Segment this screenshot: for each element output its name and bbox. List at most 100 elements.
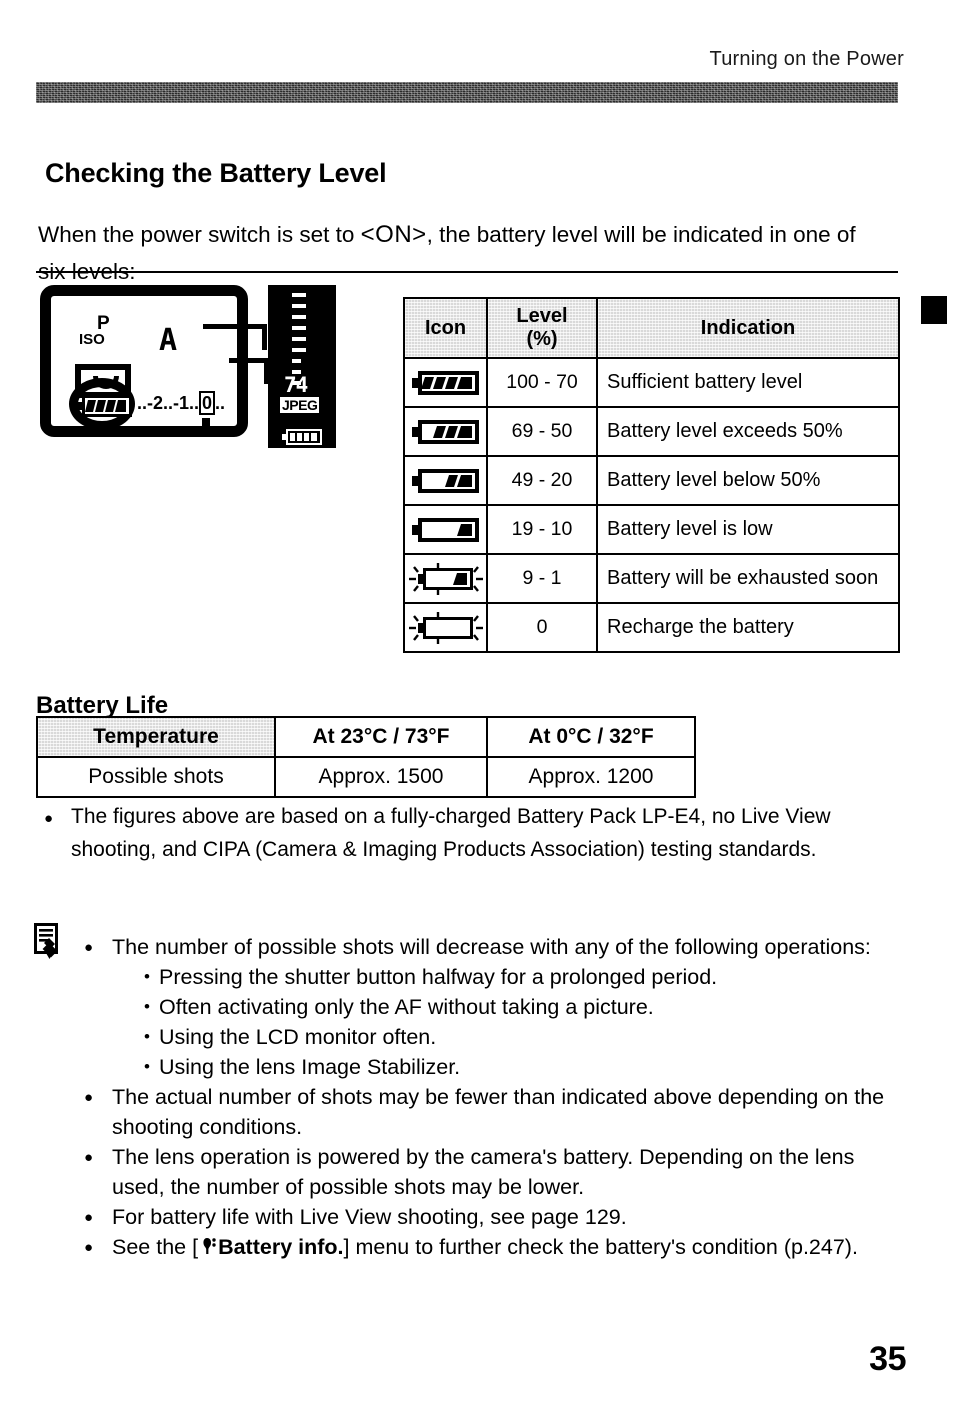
lcd-exposure-indicator [202, 418, 210, 426]
note-text: For battery life with Live View shooting… [112, 1205, 627, 1229]
header-decorative-bar [36, 82, 898, 103]
cell-row-label: Possible shots [36, 756, 276, 798]
bullet-icon: ● [84, 1209, 94, 1226]
note-text-prefix: See the [ [112, 1235, 199, 1259]
bullet-icon: ● [84, 1089, 94, 1106]
lcd-battery-icon [77, 394, 133, 418]
note-sub-list: • Pressing the shutter button halfway fo… [144, 962, 904, 1082]
cell-shots-0c: Approx. 1200 [486, 756, 696, 798]
lcd-sub-panel: 74 JPEG [268, 285, 336, 448]
cell-indication: Battery will be exhausted soon [596, 553, 900, 604]
lcd-exposure-scale-right: .. [215, 393, 226, 413]
cell-level: 100 - 70 [486, 357, 598, 408]
lcd-exposure-scale: ..-2..-1.. 0.. [137, 391, 226, 415]
column-header-level-line1: Level [516, 305, 568, 327]
page-number: 35 [869, 1340, 906, 1378]
note-text: The lens operation is powered by the cam… [112, 1145, 855, 1199]
battery-three-quarter-icon [403, 406, 488, 457]
lcd-main-panel: P ISO A ..-2..-1.. 0.. [40, 285, 269, 437]
cell-level: 19 - 10 [486, 504, 598, 555]
cell-indication: Recharge the battery [596, 602, 900, 653]
bullet-icon: ● [84, 1239, 94, 1256]
notes-list: ● The number of possible shots will decr… [84, 932, 904, 1262]
column-header-indication: Indication [596, 297, 900, 359]
table-header-row: Temperature At 23°C / 73°F At 0°C / 32°F [36, 716, 696, 758]
cell-indication: Battery level below 50% [596, 455, 900, 506]
lcd-shots-remaining: 74 [284, 373, 308, 397]
lcd-iso-label: ISO [79, 331, 105, 348]
battery-blinking-low-icon [403, 553, 488, 604]
table-row: 69 - 50 Battery level exceeds 50% [403, 406, 900, 457]
lcd-sub-battery-icon [282, 429, 322, 445]
cipa-note-text: The figures above are based on a fully-c… [71, 805, 831, 861]
note-text: The actual number of shots may be fewer … [112, 1085, 885, 1139]
table-row: 0 Recharge the battery [403, 602, 900, 653]
battery-empty-blinking-icon [403, 602, 488, 653]
cell-level: 0 [486, 602, 598, 653]
sub-bullet-icon: • [144, 1027, 150, 1046]
note-item-battery-info: ● See the [ Battery info.] menu to further… [84, 1232, 904, 1262]
lcd-segment-box-upper [203, 324, 267, 350]
note-item: ● The lens operation is powered by the c… [84, 1142, 904, 1202]
table-row: 19 - 10 Battery level is low [403, 504, 900, 555]
note-sub-text: Often activating only the AF without tak… [159, 995, 654, 1019]
lcd-panel-illustration: P ISO A ..-2..-1.. 0.. 74 JPEG [40, 285, 350, 450]
note-sub-item: • Often activating only the AF without t… [144, 992, 904, 1022]
battery-half-icon [403, 455, 488, 506]
lcd-quality-label: JPEG [280, 397, 320, 413]
note-sub-item: • Using the LCD monitor often. [144, 1022, 904, 1052]
intro-text-before: When the power switch is set to [38, 221, 361, 247]
battery-full-icon [403, 357, 488, 408]
battery-level-table: Icon Level (%) Indication 100 - 70 Suffi… [403, 297, 900, 653]
sub-bullet-icon: • [144, 997, 150, 1016]
lcd-segment-box-lower [229, 358, 269, 384]
table-row: Possible shots Approx. 1500 Approx. 1200 [36, 756, 696, 798]
column-header-level: Level (%) [486, 297, 598, 359]
column-header-23c: At 23°C / 73°F [274, 716, 488, 758]
cell-level: 9 - 1 [486, 553, 598, 604]
note-text: The number of possible shots will decrea… [112, 935, 871, 959]
running-head: Turning on the Power [709, 48, 904, 70]
sub-bullet-icon: • [144, 967, 150, 986]
cell-level: 49 - 20 [486, 455, 598, 506]
column-header-temperature: Temperature [36, 716, 276, 758]
cell-indication: Battery level is low [596, 504, 900, 555]
bullet-icon: ● [44, 810, 54, 827]
margin-tab-marker [921, 296, 947, 324]
bullet-icon: ● [84, 1149, 94, 1166]
menu-item-label: Battery info. [218, 1235, 344, 1259]
note-item: ● The actual number of shots may be fewe… [84, 1082, 904, 1142]
note-item: ● The number of possible shots will decr… [84, 932, 904, 1082]
horizontal-rule [36, 271, 898, 273]
cell-indication: Battery level exceeds 50% [596, 406, 900, 457]
on-token: <ON> [360, 220, 427, 248]
note-sub-text: Using the LCD monitor often. [159, 1025, 437, 1049]
table-header-row: Icon Level (%) Indication [403, 297, 900, 359]
lcd-exposure-zero: 0 [199, 391, 216, 415]
setup-wrench-icon [198, 1236, 218, 1256]
intro-paragraph: When the power switch is set to <ON>, th… [38, 216, 868, 290]
cell-shots-23c: Approx. 1500 [274, 756, 488, 798]
column-header-icon: Icon [403, 297, 488, 359]
column-header-level-line2: (%) [526, 328, 558, 350]
battery-life-table: Temperature At 23°C / 73°F At 0°C / 32°F… [36, 716, 696, 798]
column-header-0c: At 0°C / 32°F [486, 716, 696, 758]
cell-level: 69 - 50 [486, 406, 598, 457]
table-row: 100 - 70 Sufficient battery level [403, 357, 900, 408]
note-sub-text: Using the lens Image Stabilizer. [159, 1055, 461, 1079]
bullet-icon: ● [84, 939, 94, 956]
lcd-exposure-scale-left: ..-2..-1.. [137, 393, 200, 413]
sub-bullet-icon: • [144, 1057, 150, 1076]
battery-low-icon [403, 504, 488, 555]
note-sub-item: • Pressing the shutter button halfway fo… [144, 962, 904, 992]
cell-indication: Sufficient battery level [596, 357, 900, 408]
page-title: Checking the Battery Level [45, 158, 387, 189]
note-item: ● For battery life with Live View shooti… [84, 1202, 904, 1232]
note-sub-text: Pressing the shutter button halfway for … [159, 965, 718, 989]
note-sub-item: • Using the lens Image Stabilizer. [144, 1052, 904, 1082]
note-pencil-icon [33, 922, 63, 960]
lcd-iso-value: A [159, 323, 178, 358]
cipa-note: ● The figures above are based on a fully… [44, 800, 904, 866]
note-text-suffix: ] menu to further check the battery's co… [343, 1235, 858, 1259]
table-row: 49 - 20 Battery level below 50% [403, 455, 900, 506]
